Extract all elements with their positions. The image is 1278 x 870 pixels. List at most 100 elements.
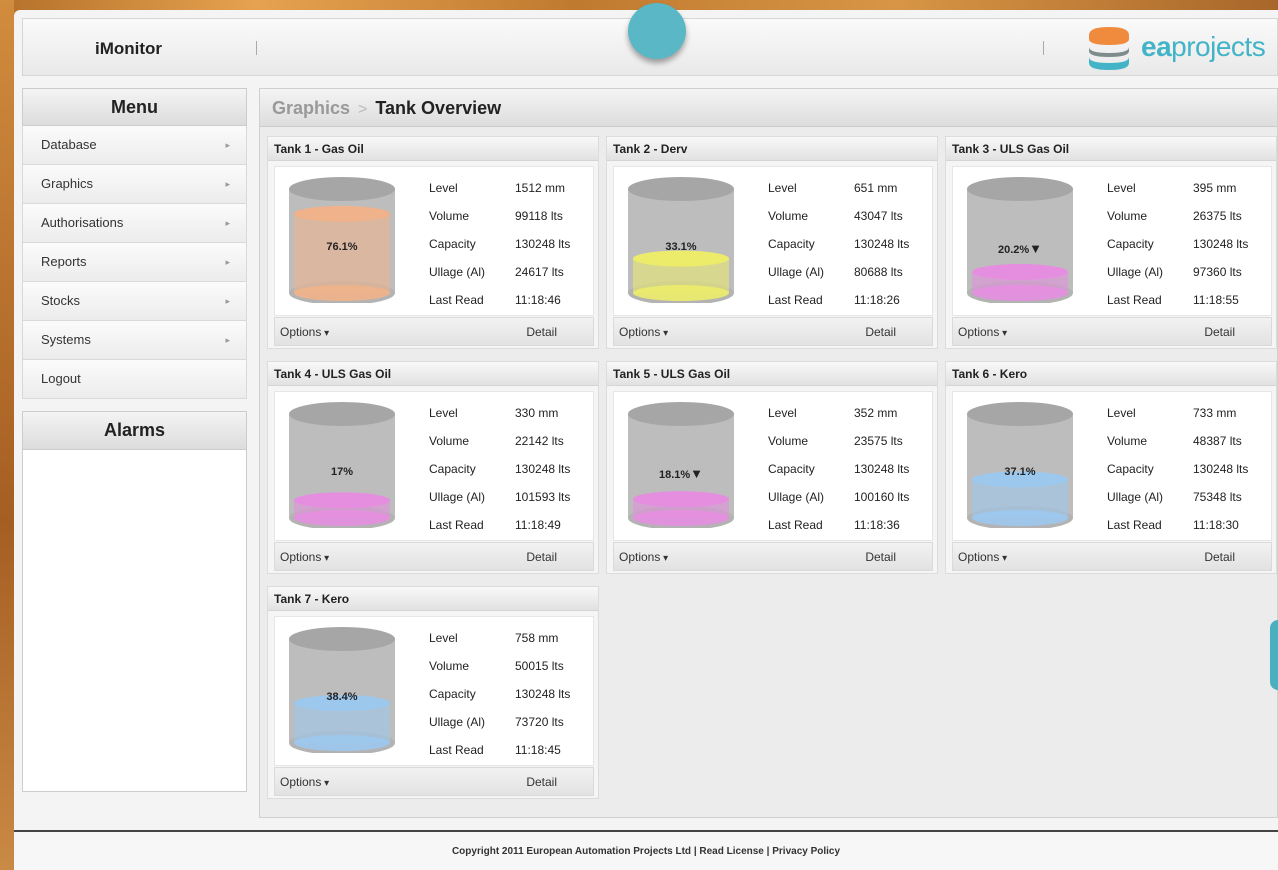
reading-row-ullage: Ullage (Al) 73720 lts — [423, 708, 589, 736]
detail-button[interactable]: Detail — [1204, 318, 1235, 346]
options-label: Options — [958, 550, 1000, 564]
detail-button[interactable]: Detail — [865, 318, 896, 346]
options-dropdown[interactable]: Options ▾ — [619, 543, 668, 573]
caret-down-icon: ▾ — [321, 328, 330, 339]
tank-graphic[interactable] — [965, 175, 1075, 303]
tank-graphic[interactable] — [287, 175, 397, 303]
alarms-title: Alarms — [23, 412, 246, 450]
reading-label: Last Read — [429, 743, 484, 757]
tank-title: Tank 7 - Kero — [268, 587, 598, 611]
caret-down-icon: ▾ — [999, 328, 1008, 339]
caret-down-icon: ▾ — [321, 778, 330, 789]
reading-label: Volume — [1107, 209, 1148, 223]
tank-footer: Options ▾ Detail — [274, 767, 594, 796]
reading-row-last-read: Last Read 11:18:49 — [423, 511, 589, 539]
reading-label: Level — [429, 406, 458, 420]
tank-graphic[interactable] — [626, 400, 736, 528]
tank-footer: Options ▾ Detail — [613, 542, 933, 571]
reading-row-level: Level 352 mm — [762, 399, 928, 427]
chevron-right-icon: ▸ — [225, 179, 230, 189]
options-dropdown[interactable]: Options ▾ — [958, 543, 1007, 573]
menu-item-reports[interactable]: Reports ▸ — [22, 243, 247, 282]
reading-row-volume: Volume 48387 lts — [1101, 427, 1267, 455]
tank-footer: Options ▾ Detail — [952, 317, 1272, 346]
reading-row-volume: Volume 22142 lts — [423, 427, 589, 455]
footer: Copyright 2011 European Automation Proje… — [14, 830, 1278, 870]
tank-card: Tank 6 - Kero 37.1% Level 733 mm Volume 48387… — [945, 361, 1277, 574]
menu-item-database[interactable]: Database ▸ — [22, 126, 247, 165]
detail-button[interactable]: Detail — [526, 768, 557, 796]
menu-item-graphics[interactable]: Graphics ▸ — [22, 165, 247, 204]
reading-value: 11:18:49 — [515, 518, 561, 532]
sidebar: Menu Database ▸ Graphics ▸ Authorisations ▸ Re… — [22, 88, 247, 399]
header-divider — [1043, 41, 1044, 55]
reading-label: Capacity — [768, 462, 815, 476]
reading-value: 130248 lts — [854, 462, 910, 476]
detail-button[interactable]: Detail — [526, 318, 557, 346]
tank-graphic[interactable] — [965, 400, 1075, 528]
detail-button[interactable]: Detail — [526, 543, 557, 571]
reading-value: 26375 lts — [1193, 209, 1242, 223]
tank-readings: Level 758 mm Volume 50015 lts Capacity 130248… — [423, 624, 589, 764]
tank-body: 17% Level 330 mm Volume 22142 lts Capacity 130… — [274, 391, 594, 541]
chevron-right-icon: ▸ — [225, 257, 230, 267]
tank-readings: Level 1512 mm Volume 99118 lts Capacity 13024… — [423, 174, 589, 314]
tank-title: Tank 5 - ULS Gas Oil — [607, 362, 937, 386]
tank-graphic[interactable] — [287, 400, 397, 528]
reading-label: Level — [1107, 406, 1136, 420]
reading-label: Last Read — [429, 293, 484, 307]
tank-level-fill — [294, 492, 390, 526]
tank-body: 20.2%▼ Level 395 mm Volume 26375 lts Capacity… — [952, 166, 1272, 316]
tank-card: Tank 5 - ULS Gas Oil 18.1%▼ Level 352 mm Vol… — [606, 361, 938, 574]
tank-footer: Options ▾ Detail — [274, 317, 594, 346]
options-dropdown[interactable]: Options ▾ — [280, 318, 329, 348]
tank-percent-value: 33.1% — [665, 241, 697, 253]
tank-level-fill — [972, 471, 1068, 526]
logo-text-suffix: projects — [1171, 31, 1266, 62]
reading-label: Ullage (Al) — [429, 490, 486, 504]
reading-row-capacity: Capacity 130248 lts — [1101, 230, 1267, 258]
reading-value: 48387 lts — [1193, 434, 1242, 448]
menu-item-systems[interactable]: Systems ▸ — [22, 321, 247, 360]
reading-label: Ullage (Al) — [429, 715, 486, 729]
reading-row-capacity: Capacity 130248 lts — [423, 230, 589, 258]
detail-button[interactable]: Detail — [865, 543, 896, 571]
options-dropdown[interactable]: Options ▾ — [619, 318, 668, 348]
menu-title: Menu — [22, 88, 247, 126]
reading-label: Volume — [429, 434, 470, 448]
options-dropdown[interactable]: Options ▾ — [280, 543, 329, 573]
tank-graphic[interactable] — [626, 175, 736, 303]
reading-row-ullage: Ullage (Al) 80688 lts — [762, 258, 928, 286]
reading-label: Capacity — [768, 237, 815, 251]
breadcrumb-separator: > — [358, 101, 368, 118]
reading-value: 651 mm — [854, 181, 898, 195]
reading-value: 97360 lts — [1193, 265, 1242, 279]
reading-value: 99118 lts — [515, 209, 563, 223]
options-dropdown[interactable]: Options ▾ — [280, 768, 329, 798]
breadcrumb-parent[interactable]: Graphics — [272, 98, 350, 118]
menu-item-stocks[interactable]: Stocks ▸ — [22, 282, 247, 321]
reading-label: Level — [429, 181, 458, 195]
tank-percent: 37.1% — [965, 466, 1075, 478]
tank-graphic[interactable] — [287, 625, 397, 753]
reading-label: Capacity — [429, 462, 476, 476]
reading-row-ullage: Ullage (Al) 75348 lts — [1101, 483, 1267, 511]
reading-label: Ullage (Al) — [768, 265, 825, 279]
reading-row-ullage: Ullage (Al) 100160 lts — [762, 483, 928, 511]
reading-value: 11:18:30 — [1193, 518, 1239, 532]
reading-value: 24617 lts — [515, 265, 564, 279]
logo[interactable]: eaprojects — [1067, 25, 1278, 71]
tank-card: Tank 2 - Derv 33.1% Level 651 mm Volume 43047… — [606, 136, 938, 349]
options-dropdown[interactable]: Options ▾ — [958, 318, 1007, 348]
reading-label: Last Read — [768, 518, 823, 532]
reading-label: Ullage (Al) — [768, 490, 825, 504]
reading-row-level: Level 1512 mm — [423, 174, 589, 202]
tank-title: Tank 2 - Derv — [607, 137, 937, 161]
reading-row-level: Level 758 mm — [423, 624, 589, 652]
tank-readings: Level 651 mm Volume 43047 lts Capacity 130248… — [762, 174, 928, 314]
menu-item-logout[interactable]: Logout — [22, 360, 247, 399]
detail-button[interactable]: Detail — [1204, 543, 1235, 571]
tank-percent-value: 17% — [330, 466, 354, 478]
menu-item-authorisations[interactable]: Authorisations ▸ — [22, 204, 247, 243]
tank-level-fill — [294, 205, 390, 301]
